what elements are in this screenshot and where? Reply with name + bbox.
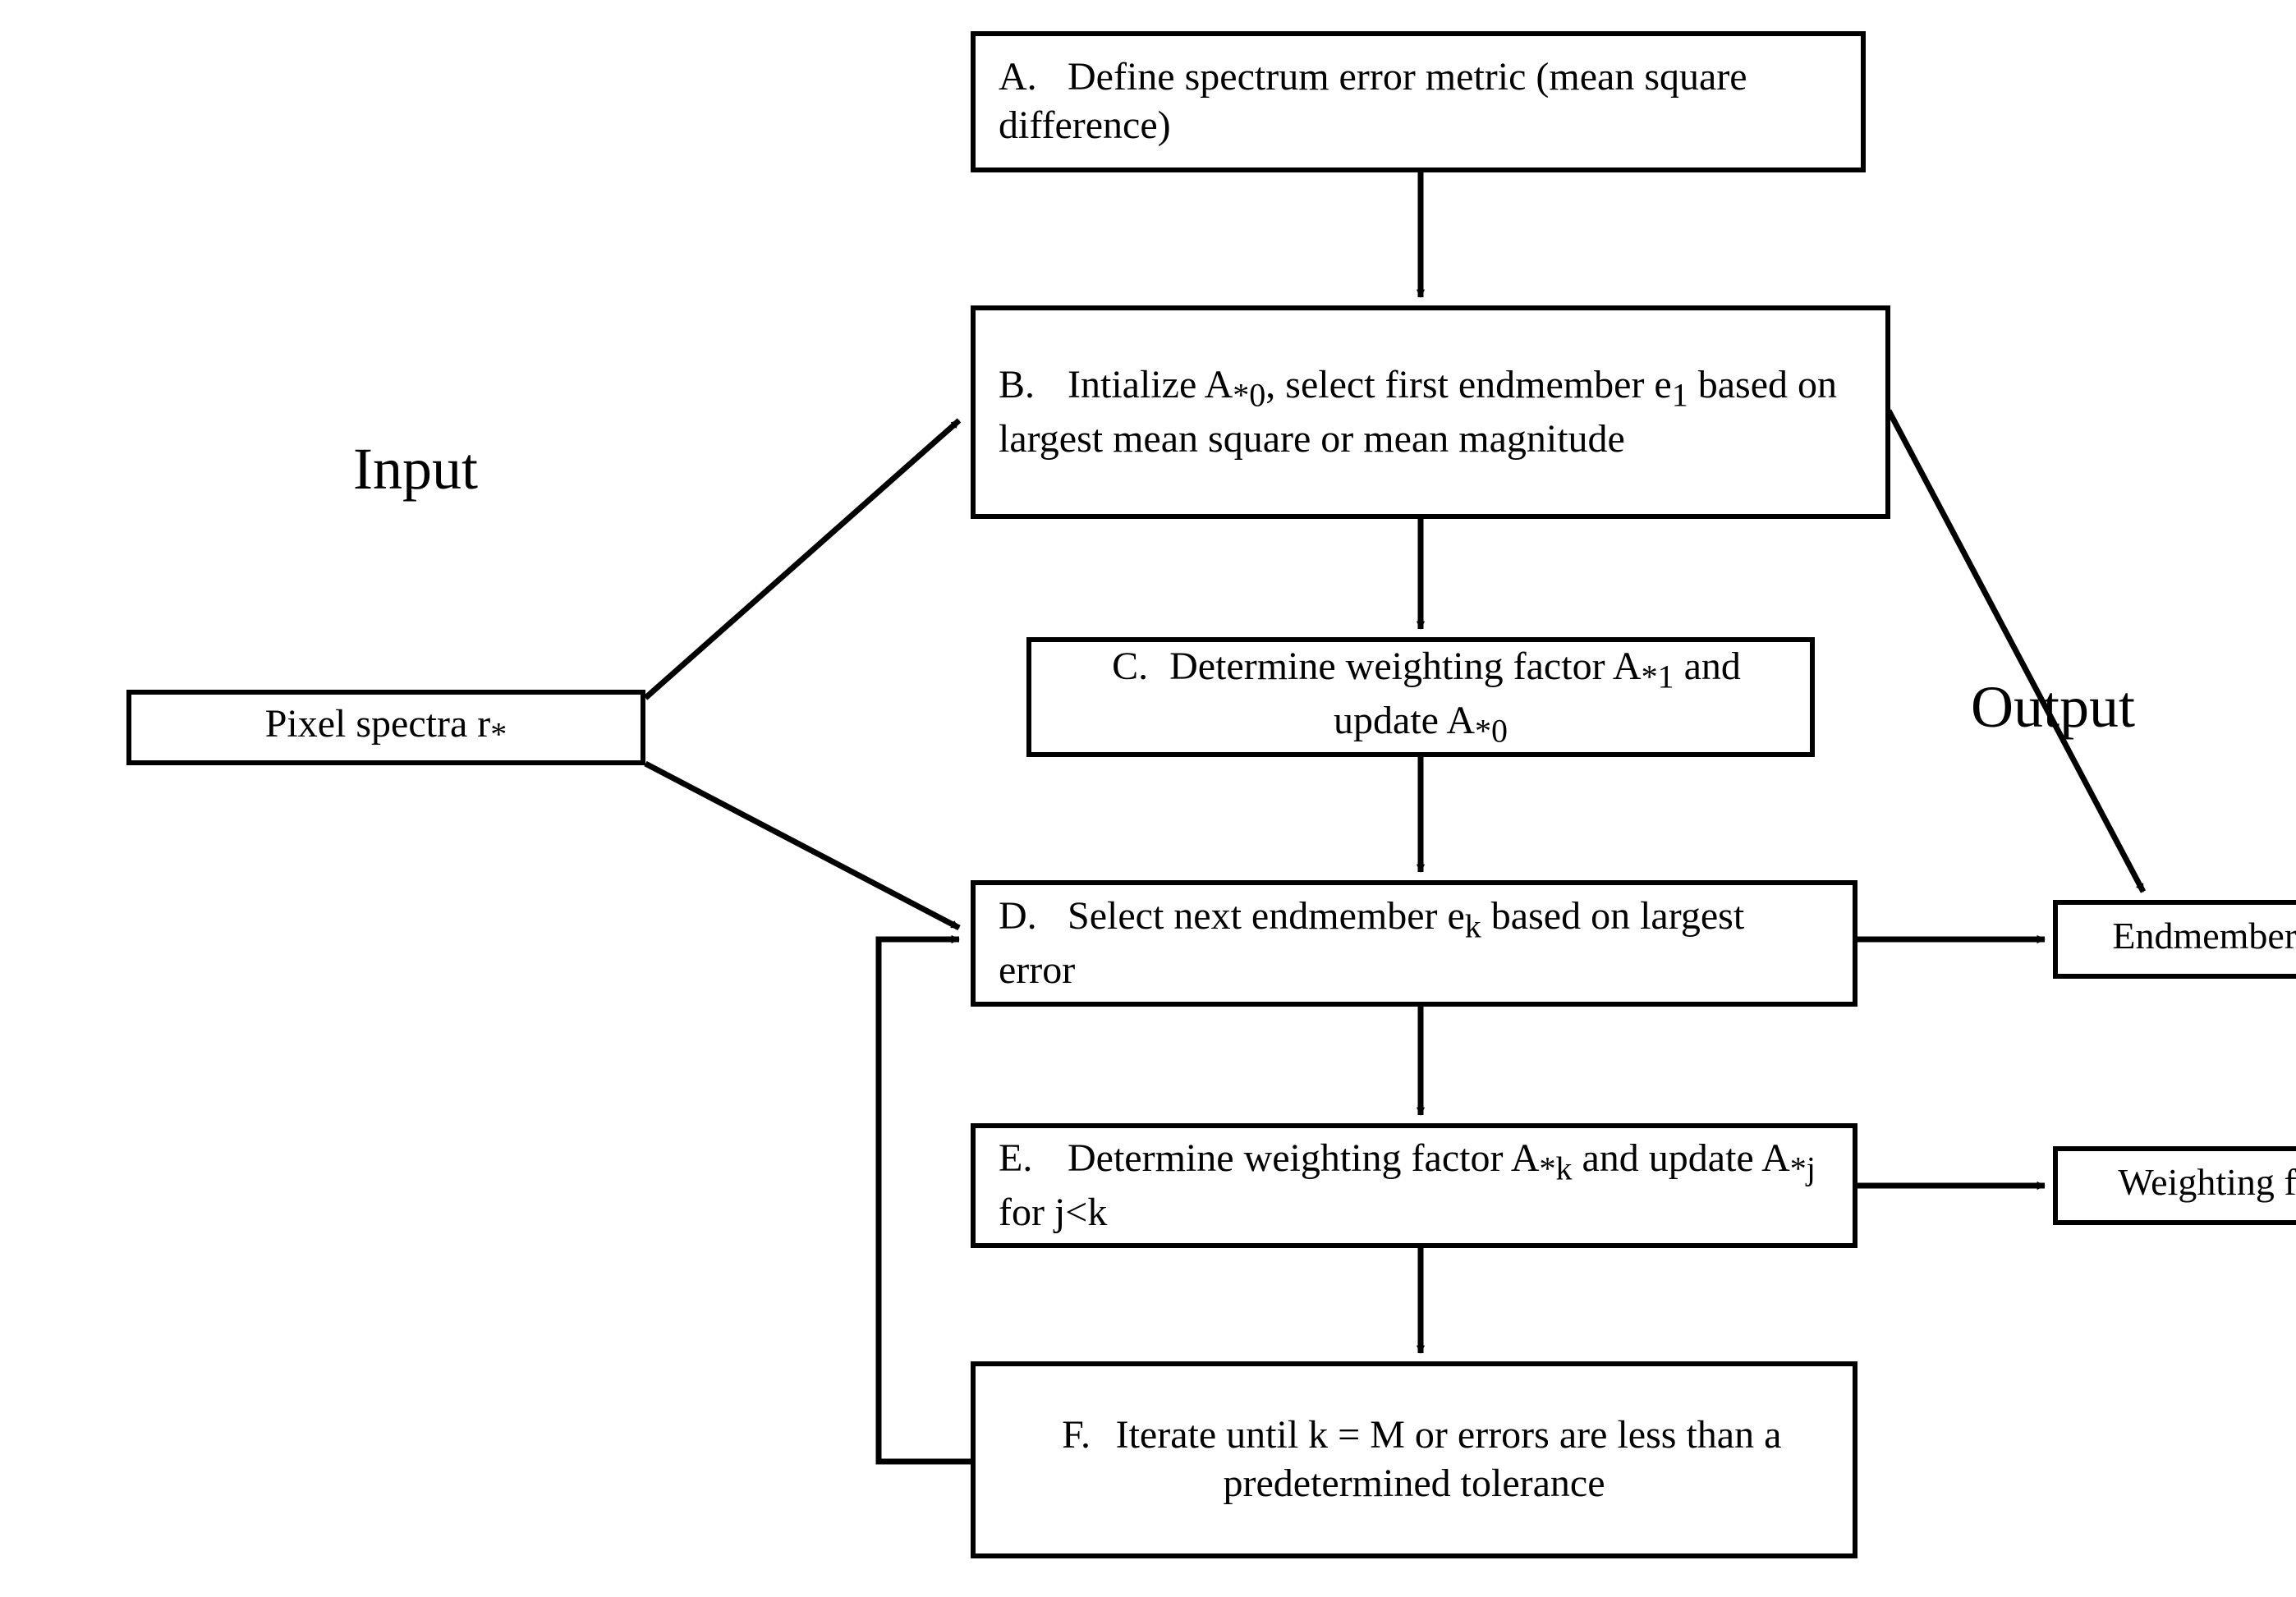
node-text: Weighting factors A*j: [2118, 1161, 2296, 1203]
edge-B-to-endmembers: [1889, 411, 2143, 892]
node-B-initialize: B. Intialize A*0, select first endmember…: [971, 305, 1890, 519]
node-F-iterate: F. Iterate until k = M or errors are les…: [971, 1361, 1857, 1558]
node-text: Intialize A*0, select first endmember e1…: [999, 363, 1837, 461]
step-letter: A.: [999, 53, 1058, 102]
output-label: Output: [1971, 673, 2135, 741]
edge-input-to-B: [645, 420, 959, 698]
node-input-pixel-spectra: Pixel spectra r*: [126, 690, 645, 765]
step-letter: C.: [1100, 643, 1159, 691]
node-text: Select next endmember ek based on larges…: [999, 894, 1744, 992]
node-out-weighting-factors: Weighting factors A*j: [2053, 1146, 2296, 1225]
step-letter: B.: [999, 361, 1058, 410]
node-A-define-metric: A. Define spectrum error metric (mean sq…: [971, 31, 1866, 172]
step-letter: E.: [999, 1135, 1058, 1183]
node-D-select-next: D. Select next endmember ek based on lar…: [971, 880, 1857, 1007]
node-C-weighting-1: C. Determine weighting factor A*1 and up…: [1026, 637, 1815, 757]
edge-F-loop-to-D: [879, 939, 974, 1462]
node-text: Endmembers ej: [2112, 915, 2296, 957]
node-text: Pixel spectra r*: [265, 702, 507, 746]
node-E-weighting-k: E. Determine weighting factor A*k and up…: [971, 1123, 1857, 1248]
node-text: Iterate until k = M or errors are less t…: [1116, 1413, 1782, 1505]
node-text: Define spectrum error metric (mean squar…: [999, 55, 1747, 147]
node-out-endmembers: Endmembers ej: [2053, 900, 2296, 979]
step-letter: D.: [999, 893, 1058, 941]
input-label: Input: [353, 435, 478, 503]
output-label-text: Output: [1971, 674, 2135, 740]
node-text: Determine weighting factor A*k and updat…: [999, 1136, 1816, 1234]
edge-input-to-D: [645, 764, 959, 928]
node-text: Determine weighting factor A*1 and updat…: [1169, 645, 1741, 742]
input-label-text: Input: [353, 436, 478, 502]
step-letter: F.: [1047, 1411, 1106, 1460]
